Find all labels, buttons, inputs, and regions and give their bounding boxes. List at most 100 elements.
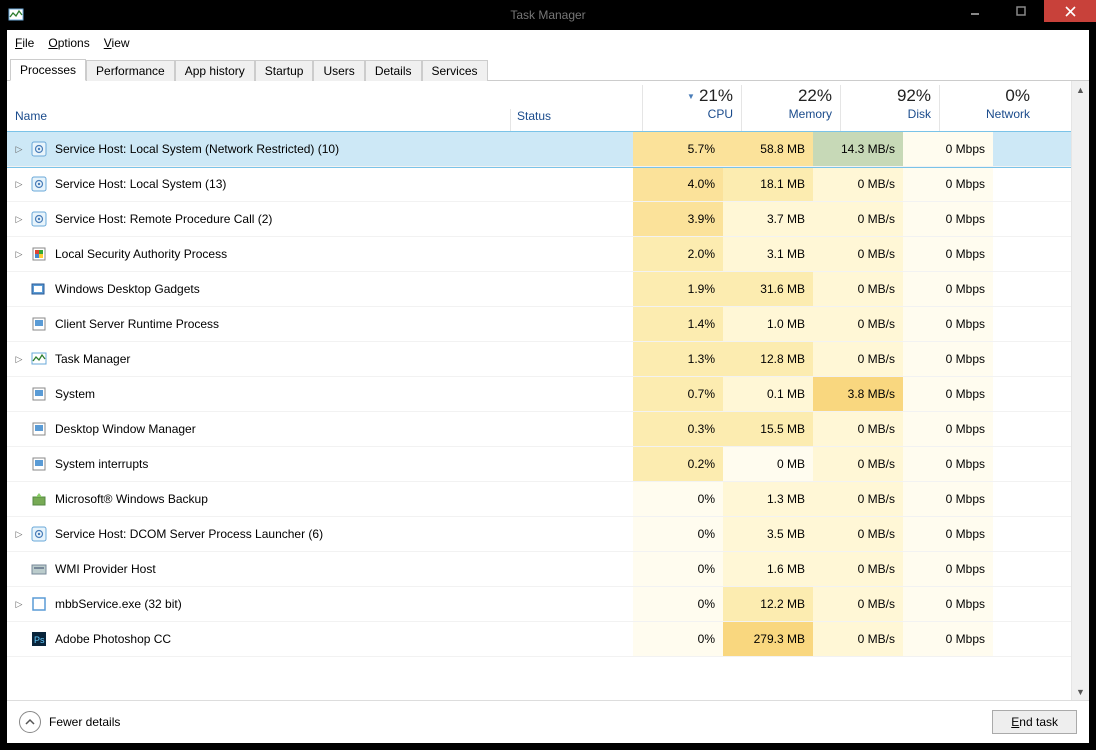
process-grid: Name Status ▼21%CPU 22%Memory 92%Disk 0%… (7, 81, 1071, 700)
process-name: WMI Provider Host (55, 562, 156, 576)
process-icon (31, 141, 47, 157)
process-name: Service Host: Remote Procedure Call (2) (55, 212, 272, 226)
cpu-cell: 0% (633, 622, 723, 656)
tab-startup[interactable]: Startup (255, 60, 314, 81)
memory-cell: 0.1 MB (723, 377, 813, 411)
col-memory[interactable]: 22%Memory (741, 85, 840, 131)
tab-users[interactable]: Users (313, 60, 364, 81)
expand-icon[interactable]: ▷ (13, 178, 25, 190)
disk-cell: 0 MB/s (813, 482, 903, 516)
memory-cell: 279.3 MB (723, 622, 813, 656)
process-name: mbbService.exe (32 bit) (55, 597, 182, 611)
memory-cell: 15.5 MB (723, 412, 813, 446)
task-manager-window: Task Manager File Options View Processes… (0, 0, 1096, 750)
table-row[interactable]: ▷System0.7%0.1 MB3.8 MB/s0 Mbps (7, 377, 1071, 412)
scroll-down-icon[interactable]: ▼ (1072, 683, 1089, 700)
process-icon (31, 561, 47, 577)
table-row[interactable]: ▷Client Server Runtime Process1.4%1.0 MB… (7, 307, 1071, 342)
table-row[interactable]: ▷ Service Host: DCOM Server Process Launc… (7, 517, 1071, 552)
titlebar[interactable]: Task Manager (0, 0, 1096, 30)
table-row[interactable]: ▷Microsoft® Windows Backup0%1.3 MB0 MB/s… (7, 482, 1071, 517)
memory-cell: 31.6 MB (723, 272, 813, 306)
process-icon (31, 456, 47, 472)
expand-icon[interactable]: ▷ (13, 598, 25, 610)
network-cell: 0 Mbps (903, 587, 993, 621)
table-row[interactable]: ▷Desktop Window Manager0.3%15.5 MB0 MB/s… (7, 412, 1071, 447)
table-row[interactable]: ▷ Service Host: Local System (Network Res… (7, 132, 1071, 167)
process-name: Service Host: DCOM Server Process Launch… (55, 527, 323, 541)
process-name: System interrupts (55, 457, 148, 471)
scroll-up-icon[interactable]: ▲ (1072, 81, 1089, 98)
memory-cell: 12.2 MB (723, 587, 813, 621)
disk-cell: 0 MB/s (813, 587, 903, 621)
process-icon (31, 316, 47, 332)
sort-indicator-icon: ▼ (687, 92, 695, 102)
table-row[interactable]: ▷Task Manager1.3%12.8 MB0 MB/s0 Mbps (7, 342, 1071, 377)
memory-cell: 3.5 MB (723, 517, 813, 551)
minimize-button[interactable] (952, 0, 998, 22)
process-icon (31, 281, 47, 297)
close-button[interactable] (1044, 0, 1096, 22)
col-cpu[interactable]: ▼21%CPU (642, 85, 741, 131)
disk-cell: 0 MB/s (813, 412, 903, 446)
table-row[interactable]: ▷WMI Provider Host0%1.6 MB0 MB/s0 Mbps (7, 552, 1071, 587)
cpu-cell: 0% (633, 482, 723, 516)
table-row[interactable]: ▷ Service Host: Remote Procedure Call (2)… (7, 202, 1071, 237)
tab-processes[interactable]: Processes (10, 59, 86, 81)
memory-cell: 18.1 MB (723, 167, 813, 201)
network-cell: 0 Mbps (903, 167, 993, 201)
table-row[interactable]: ▷System interrupts0.2%0 MB0 MB/s0 Mbps (7, 447, 1071, 482)
disk-cell: 0 MB/s (813, 307, 903, 341)
process-name: Adobe Photoshop CC (55, 632, 171, 646)
col-status[interactable]: Status (510, 109, 642, 131)
process-name: System (55, 387, 95, 401)
menu-view[interactable]: View (104, 36, 130, 50)
disk-cell: 0 MB/s (813, 552, 903, 586)
memory-cell: 1.3 MB (723, 482, 813, 516)
disk-cell: 0 MB/s (813, 202, 903, 236)
network-cell: 0 Mbps (903, 447, 993, 481)
svg-text:Ps: Ps (34, 635, 45, 645)
col-name[interactable]: Name (7, 109, 510, 131)
table-row[interactable]: ▷Service Host: Local System (13)4.0%18.1… (7, 167, 1071, 202)
disk-cell: 0 MB/s (813, 237, 903, 271)
cpu-cell: 1.3% (633, 342, 723, 376)
process-name: Service Host: Local System (Network Rest… (55, 142, 339, 156)
expand-icon[interactable]: ▷ (13, 353, 25, 365)
tab-app-history[interactable]: App history (175, 60, 255, 81)
disk-cell: 0 MB/s (813, 622, 903, 656)
process-name: Microsoft® Windows Backup (55, 492, 208, 506)
expand-icon[interactable]: ▷ (13, 143, 25, 155)
memory-cell: 1.0 MB (723, 307, 813, 341)
network-cell: 0 Mbps (903, 622, 993, 656)
table-row[interactable]: ▷Local Security Authority Process2.0%3.1… (7, 237, 1071, 272)
disk-cell: 14.3 MB/s (813, 132, 903, 166)
end-task-button[interactable]: End task (992, 710, 1077, 734)
network-cell: 0 Mbps (903, 412, 993, 446)
tab-performance[interactable]: Performance (86, 60, 175, 81)
memory-cell: 3.7 MB (723, 202, 813, 236)
maximize-button[interactable] (998, 0, 1044, 22)
vertical-scrollbar[interactable]: ▲ ▼ (1071, 81, 1089, 700)
menu-options[interactable]: Options (48, 36, 89, 50)
cpu-cell: 0% (633, 587, 723, 621)
process-icon (31, 421, 47, 437)
table-row[interactable]: ▷PsAdobe Photoshop CC0%279.3 MB0 MB/s0 M… (7, 622, 1071, 657)
expand-icon[interactable]: ▷ (13, 248, 25, 260)
network-cell: 0 Mbps (903, 307, 993, 341)
network-cell: 0 Mbps (903, 272, 993, 306)
tab-services[interactable]: Services (422, 60, 488, 81)
col-disk[interactable]: 92%Disk (840, 85, 939, 131)
table-row[interactable]: ▷ mbbService.exe (32 bit) 0%12.2 MB0 MB/s0… (7, 587, 1071, 622)
process-icon (31, 246, 47, 262)
expand-icon[interactable]: ▷ (13, 213, 25, 225)
menu-file[interactable]: File (15, 36, 34, 50)
process-name: Service Host: Local System (13) (55, 177, 226, 191)
memory-cell: 12.8 MB (723, 342, 813, 376)
table-row[interactable]: ▷Windows Desktop Gadgets1.9%31.6 MB0 MB/… (7, 272, 1071, 307)
col-network[interactable]: 0%Network (939, 85, 1038, 131)
expand-icon[interactable]: ▷ (13, 528, 25, 540)
menubar: File Options View (7, 30, 1089, 56)
tab-details[interactable]: Details (365, 60, 422, 81)
fewer-details-toggle[interactable]: Fewer details (19, 711, 120, 733)
